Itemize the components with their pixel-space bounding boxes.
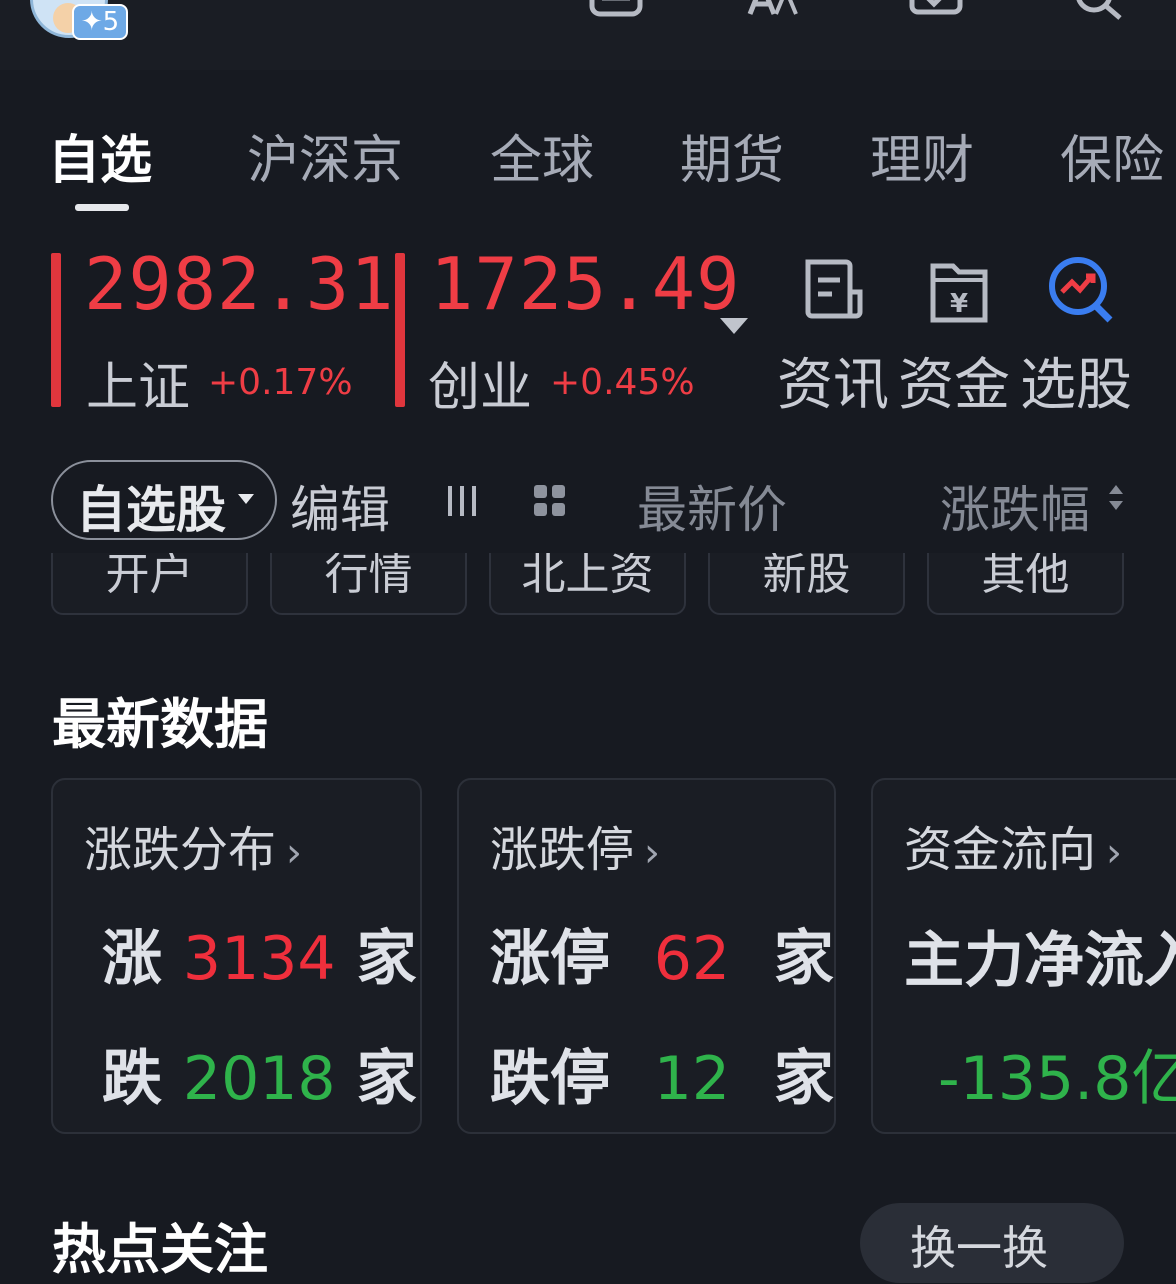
tab-insurance[interactable]: 保险	[1060, 118, 1164, 193]
stock-picker-icon[interactable]	[1046, 256, 1116, 326]
grid-view-icon[interactable]	[533, 484, 567, 518]
index-name-sh: 上证	[86, 358, 191, 418]
up-label: 涨停	[490, 924, 610, 994]
refresh-label: 换一换	[910, 1221, 1048, 1275]
search-icon[interactable]	[1070, 0, 1126, 30]
limit-down-row: 跌停 12 家	[490, 1030, 834, 1117]
tool-label-picker[interactable]: 选股	[1020, 340, 1132, 421]
flow-value: -135.8亿	[938, 1044, 1176, 1114]
down-count: 12	[653, 1044, 731, 1114]
tab-shanghai-shenzhen[interactable]: 沪深京	[247, 118, 403, 193]
shortcut-open-account[interactable]: 开户	[51, 553, 248, 615]
column-change-percent[interactable]: 涨跌幅	[940, 470, 1090, 542]
svg-text:¥: ¥	[950, 289, 968, 319]
list-view-icon[interactable]	[444, 484, 480, 518]
index-dropdown-icon[interactable]	[720, 318, 748, 334]
distribution-up-row: 涨 3134 家	[102, 910, 416, 997]
section-title-latest: 最新数据	[52, 693, 268, 756]
index-change-cy: +0.45%	[550, 362, 695, 403]
card-title-text: 涨跌停	[490, 822, 635, 878]
funds-icon[interactable]: ¥	[925, 256, 995, 326]
tool-label-funds[interactable]: 资金	[898, 340, 1010, 421]
section-title-hot: 热点关注	[52, 1218, 268, 1281]
shortcut-market[interactable]: 行情	[270, 553, 467, 615]
message-icon[interactable]	[908, 0, 964, 30]
tab-futures[interactable]: 期货	[680, 118, 784, 193]
index-change-sh: +0.17%	[208, 362, 353, 403]
down-label: 跌	[102, 1044, 162, 1114]
unit-label: 家	[773, 1044, 834, 1114]
shortcut-northbound[interactable]: 北上资	[489, 553, 686, 615]
index-name-cy: 创业	[428, 358, 533, 418]
shortcut-ipo[interactable]: 新股	[708, 553, 905, 615]
font-size-icon[interactable]	[746, 0, 802, 30]
active-tab-indicator	[75, 204, 129, 211]
tab-watchlist[interactable]: 自选	[48, 118, 152, 193]
shortcut-other[interactable]: 其他	[927, 553, 1124, 615]
down-label: 跌停	[490, 1044, 610, 1114]
index-value-sh[interactable]: 2982.31	[84, 242, 394, 326]
card-title-distribution[interactable]: 涨跌分布 ›	[84, 810, 302, 880]
up-label: 涨	[102, 924, 162, 994]
tool-label-news[interactable]: 资讯	[777, 340, 889, 421]
index-marker	[395, 253, 405, 407]
unit-label: 家	[356, 1044, 417, 1114]
card-title-limit[interactable]: 涨跌停 ›	[490, 810, 660, 880]
scan-icon[interactable]	[588, 0, 644, 30]
news-icon[interactable]	[800, 256, 870, 326]
level-badge: ✦5	[72, 4, 128, 40]
column-latest-price[interactable]: 最新价	[637, 470, 787, 542]
unit-label: 家	[773, 924, 834, 994]
up-count: 62	[653, 924, 731, 994]
flow-label: 主力净流入	[904, 926, 1176, 996]
sort-down-icon	[1109, 501, 1123, 510]
edit-button[interactable]: 编辑	[290, 470, 390, 542]
card-title-text: 涨跌分布	[84, 822, 277, 878]
card-title-flow[interactable]: 资金流向 ›	[904, 810, 1122, 880]
watchlist-group-label: 自选股	[76, 481, 226, 539]
chevron-down-icon	[238, 494, 254, 504]
index-value-cy[interactable]: 1725.49	[430, 242, 740, 326]
sort-up-icon	[1109, 485, 1123, 494]
chevron-right-icon: ›	[644, 830, 661, 876]
unit-label: 家	[356, 924, 417, 994]
chevron-right-icon: ›	[1106, 830, 1123, 876]
tab-global[interactable]: 全球	[490, 118, 594, 193]
chevron-right-icon: ›	[286, 830, 303, 876]
down-count: 2018	[182, 1044, 336, 1114]
index-marker	[51, 253, 61, 407]
card-title-text: 资金流向	[904, 822, 1097, 878]
limit-up-row: 涨停 62 家	[490, 910, 834, 997]
tab-wealth[interactable]: 理财	[870, 118, 974, 193]
distribution-down-row: 跌 2018 家	[102, 1030, 416, 1117]
shortcut-row: 开户 行情 北上资 新股 其他	[0, 553, 1176, 623]
up-count: 3134	[182, 924, 336, 994]
